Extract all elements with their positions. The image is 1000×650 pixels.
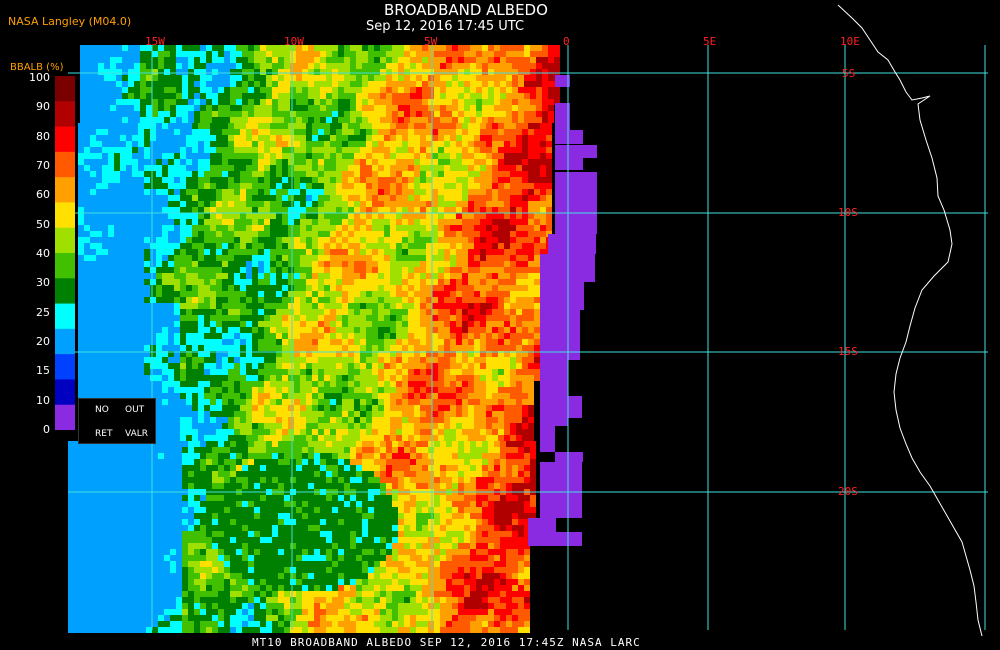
map-subtitle: Sep 12, 2016 17:45 UTC xyxy=(366,19,525,34)
lon-label-10w: 10W xyxy=(284,35,304,48)
colorbar-tick-label: 0 xyxy=(43,423,50,436)
legend-valr: VALR xyxy=(125,429,149,439)
colorbar-segment xyxy=(55,177,75,203)
lat-label-10s: 10S xyxy=(838,206,858,219)
colorbar-tick-label: 30 xyxy=(36,276,50,290)
colorbar-segment xyxy=(55,404,75,430)
colorbar-segment xyxy=(55,126,75,153)
lon-label-15w: 15W xyxy=(145,35,165,48)
colorbar-segment xyxy=(55,303,75,330)
colorbar-segment xyxy=(55,76,75,102)
map-title: BROADBAND ALBEDO xyxy=(384,1,548,19)
colorbar-tick-label: 70 xyxy=(36,159,50,172)
lon-label-0: 0 xyxy=(563,35,570,48)
legend-no: NO xyxy=(95,405,109,415)
colorbar-segment xyxy=(55,151,75,178)
lat-label-20s: 20S xyxy=(838,485,858,498)
colorbar-segment xyxy=(55,328,75,355)
colorbar-segment xyxy=(55,202,75,229)
lon-label-10e: 10E xyxy=(840,35,860,48)
colorbar-tick-label: 60 xyxy=(36,188,50,202)
colorbar-tick-label: 10 xyxy=(36,393,50,407)
legend-out: OUT xyxy=(125,405,145,415)
lon-label-5e: 5E xyxy=(703,35,717,48)
colorbar-tick-label: 90 xyxy=(36,100,50,114)
colorbar-segment xyxy=(55,253,75,279)
albedo-field xyxy=(68,45,560,633)
colorbar-segment xyxy=(55,101,75,128)
colorbar-tick-label: 100 xyxy=(29,71,50,84)
albedo-map xyxy=(0,0,1000,650)
colorbar-tick-label: 80 xyxy=(36,129,50,143)
lon-label-5w: 5W xyxy=(424,35,438,48)
colorbar xyxy=(55,76,75,430)
colorbar-tick-label: 40 xyxy=(36,247,50,260)
legend-extra-box: NO OUT RET VALR xyxy=(78,398,156,444)
lat-label-5s: 5S xyxy=(842,67,856,80)
colorbar-tick-label: 50 xyxy=(36,217,50,231)
colorbar-tick-label: 15 xyxy=(36,364,50,378)
source-label: NASA Langley (M04.0) xyxy=(8,15,132,28)
colorbar-segment xyxy=(55,227,75,254)
colorbar-segment xyxy=(55,379,75,406)
colorbar-tick-label: 20 xyxy=(36,335,50,348)
colorbar-tick-label: 25 xyxy=(36,305,50,319)
legend-ret: RET xyxy=(95,429,113,439)
colorbar-segment xyxy=(55,278,75,305)
lat-label-15s: 15S xyxy=(838,345,858,358)
colorbar-segment xyxy=(55,354,75,380)
footer-caption: MT10 BROADBAND ALBEDO SEP 12, 2016 17:45… xyxy=(252,636,641,649)
